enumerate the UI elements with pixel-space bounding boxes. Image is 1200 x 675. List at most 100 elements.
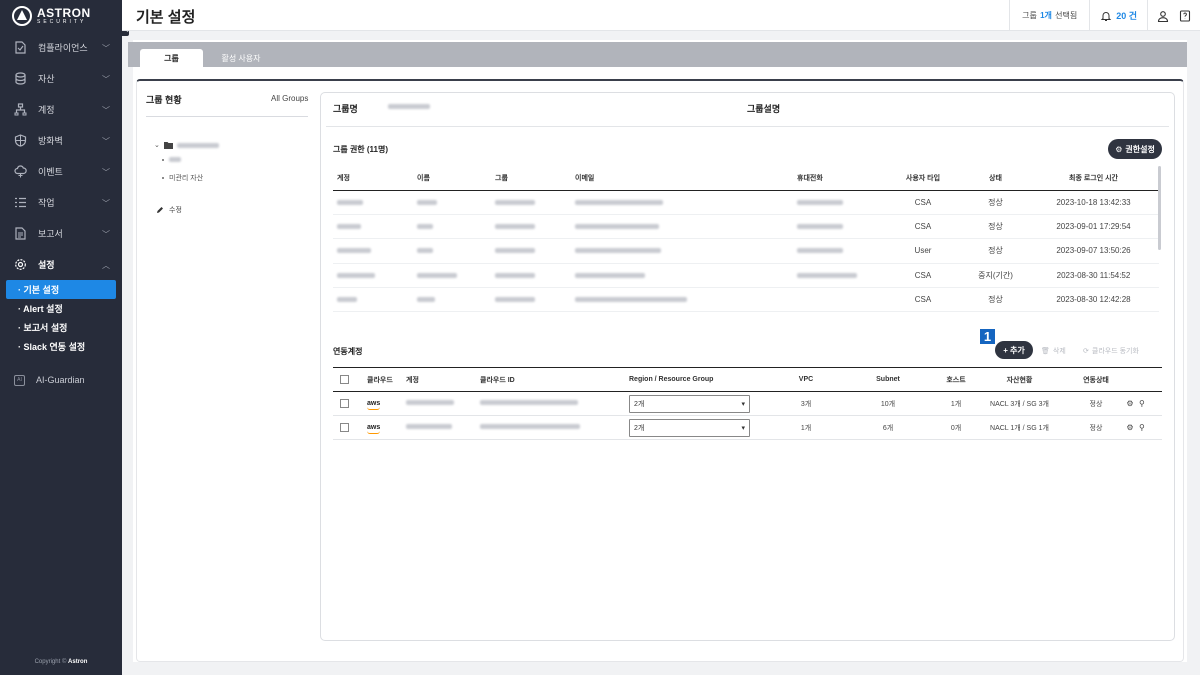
delete-button[interactable]: 🗑 삭제 [1041, 346, 1066, 356]
network-icon[interactable]: ⚲ [1137, 423, 1147, 432]
nav-item-tasks[interactable]: 작업 ﹀ [0, 187, 122, 218]
select-all-cell [333, 367, 363, 392]
help-button[interactable] [1174, 9, 1196, 22]
cell-redacted [476, 415, 625, 440]
all-groups-link[interactable]: All Groups [271, 94, 308, 103]
host-count: 0개 [944, 415, 968, 440]
chevron-down-icon: ⌄ [154, 142, 160, 149]
column-header: Subnet [832, 367, 944, 392]
caret-down-icon: ▾ [741, 424, 745, 432]
linked-accounts-table: 클라우드 계정 클라우드 ID Region / Resource Group … [333, 367, 1162, 440]
gear-icon[interactable]: ⚙ [1125, 399, 1135, 408]
cell-redacted [793, 190, 883, 215]
column-header: 이름 [413, 166, 491, 191]
user-button[interactable] [1152, 10, 1174, 22]
sub-nav-report-settings[interactable]: · 보고서 설정 [6, 318, 116, 337]
nav-item-reports[interactable]: 보고서 ﹀ [0, 218, 122, 249]
last-login: 2023-10-18 13:42:33 [1028, 190, 1159, 215]
tree-node-root[interactable]: ⌄ [154, 141, 219, 149]
sync-label: 클라우드 동기화 [1091, 348, 1139, 355]
region-value: 2개 [634, 400, 645, 408]
asset-status: NACL 3개 / SG 3개 [968, 391, 1071, 416]
tab-group[interactable]: 그룹 [140, 49, 203, 67]
copyright-text: Copyright © [34, 659, 67, 665]
logo[interactable]: ASTRON SECURITY [0, 0, 122, 32]
nav-item-events[interactable]: 이벤트 ﹀ [0, 156, 122, 187]
sidebar: ASTRON SECURITY 컴플라이언스 ﹀ 자산 ﹀ 계정 ﹀ 방화벽 ﹀… [0, 0, 122, 675]
table-row[interactable]: aws 2개 ▾ 1개 6개 0개 NACL 1개 / SG 1개 정상 ⚙ ⚲ [333, 415, 1162, 440]
alert-button[interactable]: 20 건 [1090, 0, 1148, 31]
nav-label: 이벤트 [38, 167, 63, 177]
selection-prefix: 그룹 [1022, 11, 1037, 20]
cloud-cell: aws [363, 415, 402, 440]
table-row[interactable]: CSA 정상 2023-10-18 13:42:33 [333, 190, 1159, 215]
brand-name: ASTRON [37, 5, 91, 20]
cell-redacted [413, 214, 491, 240]
tab-active-users[interactable]: 활성 사용자 [206, 49, 276, 67]
table-scrollbar[interactable] [1158, 166, 1161, 250]
nav-label: 설정 [38, 260, 55, 270]
table-row[interactable]: CSA 정상 2023-08-30 12:42:28 [333, 287, 1159, 312]
nav-item-compliance[interactable]: 컴플라이언스 ﹀ [0, 32, 122, 63]
user-type: CSA [883, 190, 963, 215]
tree-node-child[interactable] [162, 157, 181, 162]
sub-nav-slack-settings[interactable]: · Slack 연동 설정 [6, 337, 116, 356]
nav-item-accounts[interactable]: 계정 ﹀ [0, 94, 122, 125]
last-login: 2023-09-01 17:29:54 [1028, 214, 1159, 240]
cloud-event-icon [14, 165, 27, 178]
region-select[interactable]: 2개 ▾ [629, 394, 750, 413]
chevron-down-icon: ﹀ [102, 137, 110, 146]
nav-item-assets[interactable]: 자산 ﹀ [0, 63, 122, 94]
row-select-cell [333, 415, 363, 440]
table-row[interactable]: User 정상 2023-09-07 13:50:26 [333, 238, 1159, 264]
select-all-checkbox[interactable] [340, 375, 349, 384]
link-status: 정상 [1071, 391, 1121, 416]
user-type: User [883, 238, 963, 264]
cell-redacted [413, 238, 491, 264]
step-badge: 1 [979, 328, 996, 345]
table-header-row: 클라우드 계정 클라우드 ID Region / Resource Group … [333, 367, 1162, 392]
network-icon[interactable]: ⚲ [1137, 399, 1147, 408]
selection-suffix: 선택됨 [1055, 11, 1078, 20]
trash-icon: 🗑 [1041, 348, 1050, 355]
caret-down-icon: ▾ [741, 400, 745, 408]
add-button[interactable]: + 추가 [995, 341, 1033, 359]
column-header: VPC [780, 367, 832, 392]
alert-count: 20 건 [1116, 11, 1137, 21]
nav-item-ai-guardian[interactable]: AI AI-Guardian [0, 370, 122, 390]
user-type: CSA [883, 263, 963, 289]
user-status: 중지(기간) [963, 263, 1028, 289]
edit-button[interactable]: 수정 [156, 205, 182, 215]
divider [326, 126, 1169, 127]
region-select[interactable]: 2개 ▾ [629, 418, 750, 437]
cell-redacted [571, 238, 793, 264]
sub-nav-alert-settings[interactable]: · Alert 설정 [6, 299, 116, 318]
gear-icon[interactable]: ⚙ [1125, 423, 1135, 432]
column-header: 호스트 [944, 367, 968, 392]
nav-item-settings[interactable]: 설정 ︿ [0, 249, 122, 280]
aws-logo-icon: aws [367, 400, 381, 410]
header-actions: 그룹 1개 선택됨 20 건 [1009, 0, 1200, 31]
cell-redacted [793, 214, 883, 240]
report-icon [14, 227, 27, 240]
column-header: 자산현황 [968, 367, 1071, 392]
table-row[interactable]: CSA 중지(기간) 2023-08-30 11:54:52 [333, 263, 1159, 289]
row-checkbox[interactable] [340, 423, 349, 432]
group-name-label: 그룹명 [333, 104, 358, 114]
permissions-table-viewport[interactable]: 계정 이름 그룹 이메일 휴대전화 사용자 타입 상태 최종 로그인 시간 CS… [320, 166, 1175, 312]
copyright-brand: Astron [68, 659, 88, 665]
table-row[interactable]: CSA 정상 2023-09-01 17:29:54 [333, 214, 1159, 240]
permission-settings-button[interactable]: ⚙ 권한설정 [1108, 139, 1162, 159]
table-row[interactable]: aws 2개 ▾ 3개 10개 1개 NACL 3개 / SG 3개 정상 ⚙ ⚲ [333, 391, 1162, 416]
sub-nav-basic-settings[interactable]: · 기본 설정 [6, 280, 116, 299]
cell-redacted [571, 190, 793, 215]
column-header: 이메일 [571, 166, 793, 191]
table-header-row: 계정 이름 그룹 이메일 휴대전화 사용자 타입 상태 최종 로그인 시간 [333, 166, 1159, 191]
copyright: Copyright © Astron [0, 659, 122, 665]
cloud-sync-button[interactable]: ⟳ 클라우드 동기화 [1083, 346, 1139, 356]
cell-redacted [793, 238, 883, 264]
nav-item-firewall[interactable]: 방화벽 ﹀ [0, 125, 122, 156]
tree-node-unmanaged[interactable]: 미관리 자산 [162, 173, 203, 183]
sync-icon: ⟳ [1083, 348, 1089, 355]
row-checkbox[interactable] [340, 399, 349, 408]
